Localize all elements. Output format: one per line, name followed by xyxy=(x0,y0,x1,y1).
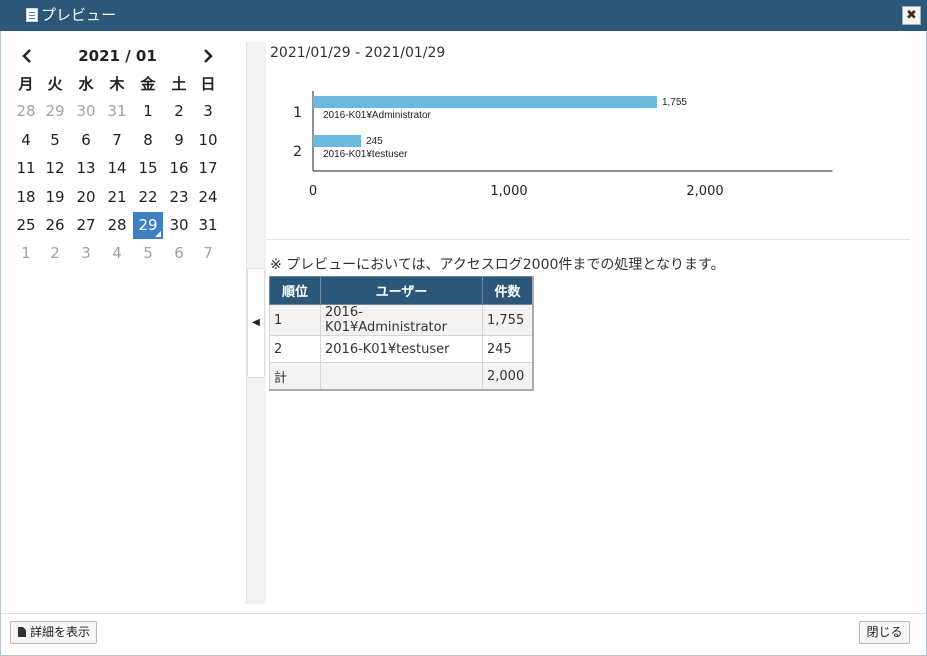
calendar-day[interactable]: 11 xyxy=(11,155,41,182)
calendar-day[interactable]: 3 xyxy=(193,98,223,125)
calendar-day[interactable]: 2 xyxy=(164,98,194,125)
chart-bar xyxy=(313,96,657,108)
calendar-day-selected[interactable]: 29 xyxy=(133,212,163,239)
calendar-day[interactable]: 25 xyxy=(11,212,41,239)
close-button-label: 閉じる xyxy=(866,625,903,639)
close-icon[interactable]: ✖ xyxy=(902,6,921,25)
calendar-day[interactable]: 23 xyxy=(164,184,194,211)
show-details-label: 詳細を表示 xyxy=(30,625,91,639)
calendar-day[interactable]: 28 xyxy=(102,212,132,239)
calendar-day[interactable]: 14 xyxy=(102,155,132,182)
calendar-day[interactable]: 16 xyxy=(164,155,194,182)
calendar-day[interactable]: 3 xyxy=(71,240,101,267)
cell-rank: 2 xyxy=(269,335,321,363)
column-header-rank[interactable]: 順位 xyxy=(269,276,321,305)
table-row[interactable]: 2 2016-K01¥testuser 245 xyxy=(269,335,534,363)
calendar-day[interactable]: 7 xyxy=(193,240,223,267)
calendar-day[interactable]: 8 xyxy=(133,127,163,154)
weekday-label: 水 xyxy=(78,75,94,93)
calendar-day[interactable]: 17 xyxy=(193,155,223,182)
weekday-label: 日 xyxy=(200,75,216,93)
calendar-day[interactable]: 19 xyxy=(40,184,70,211)
calendar-day[interactable]: 4 xyxy=(102,240,132,267)
calendar-day[interactable]: 27 xyxy=(71,212,101,239)
calendar-month-label: 2021 / 01 xyxy=(78,47,157,65)
calendar-day[interactable]: 29 xyxy=(40,98,70,125)
calendar-day[interactable]: 13 xyxy=(71,155,101,182)
calendar-day[interactable]: 10 xyxy=(193,127,223,154)
dialog-title: プレビュー xyxy=(41,6,117,24)
bar-user-label: 2016-K01¥testuser xyxy=(323,149,408,160)
document-icon xyxy=(18,627,26,637)
section-divider xyxy=(266,239,910,240)
calendar-day[interactable]: 31 xyxy=(102,98,132,125)
calendar-day[interactable]: 20 xyxy=(71,184,101,211)
calendar-day[interactable]: 28 xyxy=(11,98,41,125)
calendar-day[interactable]: 1 xyxy=(133,98,163,125)
dialog-titlebar: プレビュー ✖ xyxy=(0,0,927,31)
column-header-count[interactable]: 件数 xyxy=(482,276,534,305)
x-tick-label: 1,000 xyxy=(490,184,527,199)
close-button[interactable]: 閉じる xyxy=(859,621,910,644)
table-row[interactable]: 1 2016-K01¥Administrator 1,755 xyxy=(269,304,534,336)
footer-divider xyxy=(1,613,926,614)
chart-bar xyxy=(313,135,362,147)
notice-text: ※ プレビューにおいては、アクセスログ2000件までの処理となります。 xyxy=(270,257,725,273)
cell-empty xyxy=(320,362,483,391)
calendar-day[interactable]: 9 xyxy=(164,127,194,154)
x-tick-label: 2,000 xyxy=(686,184,723,199)
calendar-day[interactable]: 30 xyxy=(164,212,194,239)
cell-user: 2016-K01¥Administrator xyxy=(320,304,483,336)
cell-rank: 1 xyxy=(269,304,321,336)
calendar-day[interactable]: 1 xyxy=(11,240,41,267)
calendar-day[interactable]: 2 xyxy=(40,240,70,267)
calendar-day[interactable]: 7 xyxy=(102,127,132,154)
calendar-day[interactable]: 6 xyxy=(164,240,194,267)
calendar-day[interactable]: 18 xyxy=(11,184,41,211)
calendar-day[interactable]: 21 xyxy=(102,184,132,211)
calendar-day[interactable]: 22 xyxy=(133,184,163,211)
category-tick-label: 2 xyxy=(293,144,302,160)
weekday-label: 火 xyxy=(47,75,63,93)
calendar-day[interactable]: 26 xyxy=(40,212,70,239)
calendar-day[interactable]: 6 xyxy=(71,127,101,154)
weekday-label: 金 xyxy=(140,75,156,93)
weekday-label: 月 xyxy=(18,75,34,93)
triangle-left-icon[interactable]: ◀ xyxy=(247,268,265,378)
cell-user: 2016-K01¥testuser xyxy=(320,335,483,363)
bar-user-label: 2016-K01¥Administrator xyxy=(323,110,432,121)
calendar-day[interactable]: 5 xyxy=(40,127,70,154)
ranking-table: 順位 ユーザー 件数 1 2016-K01¥Administrator 1,75… xyxy=(269,276,534,391)
preview-document-icon xyxy=(26,8,38,22)
bar-value-label: 245 xyxy=(366,136,383,147)
calendar-day[interactable]: 30 xyxy=(71,98,101,125)
column-header-user[interactable]: ユーザー xyxy=(320,276,483,305)
calendar-day[interactable]: 4 xyxy=(11,127,41,154)
table-total-row: 計 2,000 xyxy=(269,362,534,391)
weekday-label: 土 xyxy=(171,75,187,93)
table-header-row: 順位 ユーザー 件数 xyxy=(269,276,534,305)
calendar-day[interactable]: 12 xyxy=(40,155,70,182)
bar-value-label: 1,755 xyxy=(662,97,687,108)
calendar-day[interactable]: 5 xyxy=(133,240,163,267)
calendar-day[interactable]: 15 xyxy=(133,155,163,182)
calendar-day[interactable]: 31 xyxy=(193,212,223,239)
category-tick-label: 1 xyxy=(293,105,302,121)
show-details-button[interactable]: 詳細を表示 xyxy=(10,621,97,644)
cell-count: 245 xyxy=(482,335,534,363)
x-tick-label: 0 xyxy=(309,184,317,199)
calendar-day[interactable]: 24 xyxy=(193,184,223,211)
date-range: 2021/01/29 - 2021/01/29 xyxy=(270,45,446,61)
ranking-bar-chart: 1,755 2016-K01¥Administrator 1 245 2016-K01¥… xyxy=(293,91,833,199)
chevron-right-icon[interactable] xyxy=(198,44,218,68)
cell-total-count: 2,000 xyxy=(482,362,534,391)
cell-count: 1,755 xyxy=(482,304,534,336)
weekday-label: 木 xyxy=(109,75,125,93)
cell-total-label: 計 xyxy=(269,362,321,391)
chevron-left-icon[interactable] xyxy=(17,44,37,68)
